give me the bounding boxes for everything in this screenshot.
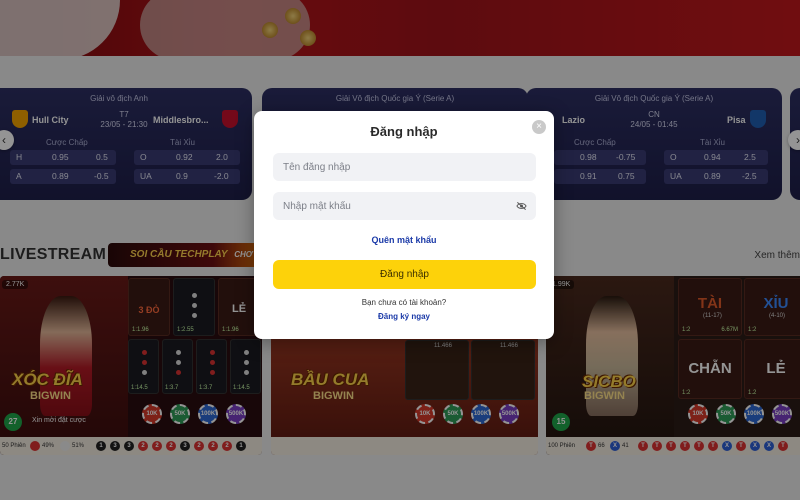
register-link[interactable]: Đăng ký ngay xyxy=(254,312,554,321)
login-button[interactable]: Đăng nhập xyxy=(273,260,536,289)
forgot-password-link[interactable]: Quên mật khẩu xyxy=(254,235,554,245)
username-field[interactable] xyxy=(273,153,536,181)
login-modal: Đăng nhập × Quên mật khẩu Đăng nhập Bạn … xyxy=(254,111,554,339)
eye-slash-icon[interactable] xyxy=(516,201,527,211)
username-input[interactable] xyxy=(273,153,536,181)
password-input[interactable] xyxy=(273,192,536,220)
close-icon[interactable]: × xyxy=(532,120,546,134)
modal-title: Đăng nhập xyxy=(370,124,438,139)
password-field[interactable] xyxy=(273,192,536,220)
no-account-text: Bạn chưa có tài khoản? xyxy=(361,298,447,307)
